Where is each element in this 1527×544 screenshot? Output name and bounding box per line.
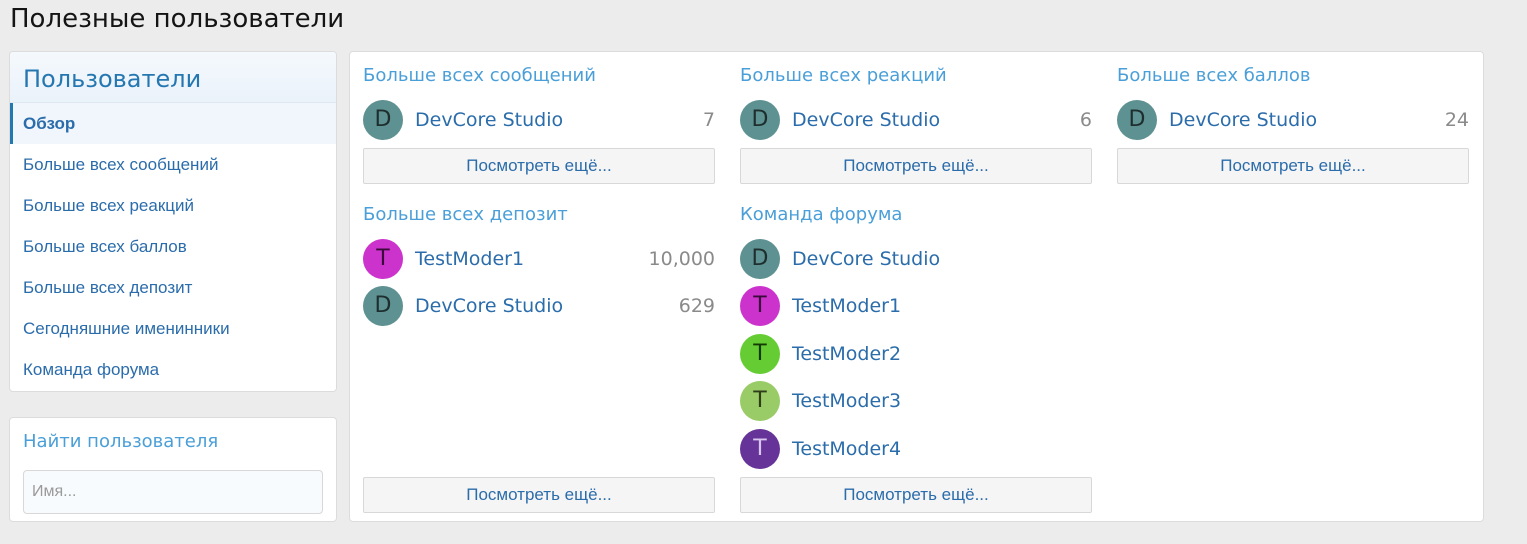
avatar[interactable]: D	[740, 239, 780, 279]
list-item: T TestModer2	[740, 334, 1092, 374]
user-name[interactable]: DevCore Studio	[792, 100, 940, 140]
user-name[interactable]: TestModer3	[792, 381, 901, 421]
section-title[interactable]: Больше всех сообщений	[363, 64, 715, 88]
list-item: D DevCore Studio 7	[363, 100, 715, 140]
list-item: T TestModer3	[740, 381, 1092, 421]
user-name[interactable]: TestModer1	[792, 286, 901, 326]
avatar[interactable]: T	[740, 286, 780, 326]
avatar[interactable]: T	[740, 381, 780, 421]
user-name[interactable]: TestModer4	[792, 429, 901, 469]
avatar[interactable]: D	[363, 100, 403, 140]
avatar[interactable]: T	[740, 334, 780, 374]
find-user-block: Найти пользователя	[9, 417, 337, 522]
section-title[interactable]: Больше всех реакций	[740, 64, 1092, 88]
page-title: Полезные пользователи	[10, 4, 345, 34]
avatar[interactable]: D	[363, 286, 403, 326]
section-title[interactable]: Больше всех баллов	[1117, 64, 1469, 88]
list-item: T TestModer4	[740, 429, 1092, 469]
sidebar-item-birthdays[interactable]: Сегодняшние именинники	[10, 308, 336, 349]
user-name[interactable]: DevCore Studio	[415, 286, 563, 326]
section-most-messages: Больше всех сообщений D DevCore Studio 7…	[363, 64, 715, 184]
sidebar-item-most-messages[interactable]: Больше всех сообщений	[10, 144, 336, 185]
user-value: 6	[1079, 109, 1092, 131]
list-item: T TestModer1 10,000	[363, 239, 715, 279]
user-name[interactable]: TestModer2	[792, 334, 901, 374]
sidebar-nav: Пользователи Обзор Больше всех сообщений…	[9, 51, 337, 392]
find-user-title: Найти пользователя	[23, 431, 219, 452]
section-most-reactions: Больше всех реакций D DevCore Studio 6 П…	[740, 64, 1092, 184]
avatar[interactable]: T	[363, 239, 403, 279]
avatar[interactable]: T	[740, 429, 780, 469]
main-content: Больше всех сообщений D DevCore Studio 7…	[349, 51, 1484, 522]
find-user-input[interactable]	[23, 470, 323, 514]
section-most-points: Больше всех баллов D DevCore Studio 24 П…	[1117, 64, 1469, 184]
list-item: D DevCore Studio	[740, 239, 1092, 279]
user-name[interactable]: DevCore Studio	[415, 100, 563, 140]
user-value: 24	[1444, 109, 1469, 131]
user-name[interactable]: DevCore Studio	[1169, 100, 1317, 140]
sidebar-header: Пользователи	[10, 52, 336, 103]
section-most-deposit: Больше всех депозит T TestModer1 10,000 …	[363, 203, 715, 513]
section-title[interactable]: Команда форума	[740, 203, 1092, 227]
user-value: 10,000	[648, 248, 715, 270]
sidebar-item-overview[interactable]: Обзор	[10, 103, 336, 144]
section-title[interactable]: Больше всех депозит	[363, 203, 715, 227]
avatar[interactable]: D	[1117, 100, 1157, 140]
see-more-button[interactable]: Посмотреть ещё...	[1117, 148, 1469, 184]
avatar[interactable]: D	[740, 100, 780, 140]
see-more-button[interactable]: Посмотреть ещё...	[740, 148, 1092, 184]
see-more-button[interactable]: Посмотреть ещё...	[363, 477, 715, 513]
sidebar-item-most-reactions[interactable]: Больше всех реакций	[10, 185, 336, 226]
list-item: D DevCore Studio 629	[363, 286, 715, 326]
user-value: 629	[678, 295, 715, 317]
list-item: T TestModer1	[740, 286, 1092, 326]
sidebar-item-forum-team[interactable]: Команда форума	[10, 349, 336, 390]
see-more-button[interactable]: Посмотреть ещё...	[740, 477, 1092, 513]
see-more-button[interactable]: Посмотреть ещё...	[363, 148, 715, 184]
user-name[interactable]: TestModer1	[415, 239, 524, 279]
list-item: D DevCore Studio 24	[1117, 100, 1469, 140]
section-forum-team: Команда форума D DevCore Studio T TestMo…	[740, 203, 1092, 513]
sidebar-item-most-deposit[interactable]: Больше всех депозит	[10, 267, 336, 308]
list-item: D DevCore Studio 6	[740, 100, 1092, 140]
user-name[interactable]: DevCore Studio	[792, 239, 940, 279]
user-value: 7	[702, 109, 715, 131]
sidebar-item-most-points[interactable]: Больше всех баллов	[10, 226, 336, 267]
